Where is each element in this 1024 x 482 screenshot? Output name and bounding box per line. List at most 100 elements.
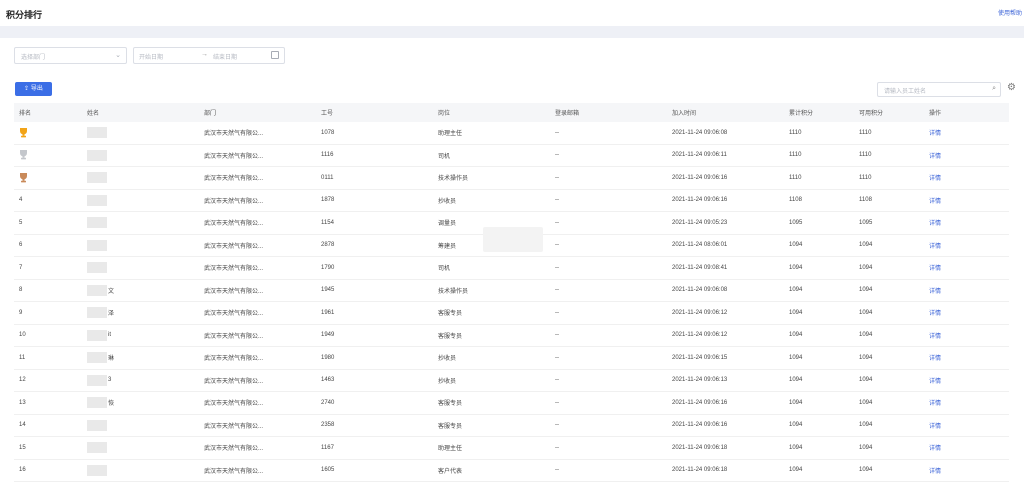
post-cell: 调量员 (438, 221, 457, 228)
name-mask (87, 329, 107, 341)
total-cell: 1094 (789, 377, 803, 384)
name-mask (87, 149, 107, 161)
help-link[interactable]: 使用帮助 (998, 8, 1022, 17)
dept-cell: 武汉市天然气有限公... (204, 423, 264, 430)
total-cell: 1110 (789, 129, 802, 136)
total-cell: 1094 (789, 287, 803, 294)
joined-cell: 2021-11-24 09:06:12 (672, 332, 728, 339)
detail-link[interactable]: 详情 (929, 244, 941, 250)
rank-cell: 4 (19, 197, 23, 204)
detail-link[interactable]: 详情 (929, 424, 941, 430)
bronze-trophy-icon (19, 172, 28, 183)
id-cell: 1980 (321, 354, 335, 361)
total-cell: 1094 (789, 264, 803, 271)
avail-cell: 1110 (859, 174, 872, 181)
total-cell: 1094 (789, 467, 803, 474)
rank-cell: 5 (19, 219, 23, 226)
rank-cell: 11 (19, 354, 26, 361)
post-cell: 客服专员 (438, 311, 463, 318)
table-row: 7 武汉市天然气有限公... 1790 司机 -- 2021-11-24 09:08:41… (14, 256, 1009, 280)
total-cell: 1094 (789, 399, 803, 406)
detail-link[interactable]: 详情 (929, 469, 941, 475)
department-placeholder: 选择部门 (21, 55, 46, 61)
dept-cell: 武汉市天然气有限公... (204, 401, 264, 408)
header-band (0, 26, 1024, 38)
avail-cell: 1094 (859, 264, 873, 271)
avail-cell: 1110 (859, 152, 872, 159)
table-row: 武汉市天然气有限公... 1116 司机 -- 2021-11-24 09:06:11 1… (14, 144, 1009, 167)
id-cell: 1949 (321, 332, 335, 339)
export-button[interactable]: ⇪ 导出 (15, 82, 52, 96)
detail-link[interactable]: 详情 (929, 131, 941, 137)
detail-link[interactable]: 详情 (929, 379, 941, 385)
rank-cell: 14 (19, 422, 26, 429)
top-bar: 积分排行 使用帮助 (0, 0, 1024, 26)
detail-link[interactable]: 详情 (929, 176, 941, 182)
dept-cell: 武汉市天然气有限公... (204, 131, 264, 138)
post-cell: 抄收员 (438, 378, 457, 385)
detail-link[interactable]: 详情 (929, 221, 941, 227)
table-row: 12 3 武汉市天然气有限公... 1463 抄收员 -- 2021-11-24 09:06… (14, 369, 1009, 392)
avail-cell: 1094 (859, 422, 873, 429)
start-date-input[interactable]: 开始日期 (139, 52, 163, 61)
detail-link[interactable]: 详情 (929, 311, 941, 317)
detail-link[interactable]: 详情 (929, 401, 941, 407)
name-mask (87, 397, 107, 409)
post-cell: 抄收员 (438, 198, 457, 205)
detail-link[interactable]: 详情 (929, 356, 941, 362)
joined-cell: 2021-11-24 09:06:16 (672, 174, 728, 181)
avail-cell: 1094 (859, 309, 873, 316)
id-cell: 1463 (321, 377, 335, 384)
email-cell: -- (555, 399, 559, 406)
detail-link[interactable]: 详情 (929, 154, 941, 160)
table-row: 4 武汉市天然气有限公... 1878 抄收员 -- 2021-11-24 09:06:1… (14, 189, 1009, 212)
name-mask (87, 262, 107, 274)
search-icon[interactable]: ⌕ (992, 85, 996, 93)
email-cell: -- (555, 197, 559, 204)
detail-link[interactable]: 详情 (929, 446, 941, 452)
rank-cell: 6 (19, 242, 23, 249)
id-cell: 2358 (321, 422, 335, 429)
name-mask (87, 352, 107, 364)
total-cell: 1094 (789, 332, 803, 339)
detail-link[interactable]: 详情 (929, 334, 941, 340)
col-post: 岗位 (433, 103, 550, 122)
id-cell: 1790 (321, 264, 335, 271)
id-cell: 1945 (321, 287, 335, 294)
total-cell: 1110 (789, 152, 802, 159)
id-cell: 2878 (321, 242, 335, 249)
silver-trophy-icon (19, 150, 28, 160)
loading-overlay (483, 227, 543, 252)
avail-cell: 1094 (859, 399, 873, 406)
table-row: 15 武汉市天然气有限公... 1167 助理主任 -- 2021-11-24 09:06… (14, 436, 1009, 460)
total-cell: 1095 (789, 219, 803, 226)
detail-link[interactable]: 详情 (929, 266, 941, 272)
dept-cell: 武汉市天然气有限公... (204, 333, 264, 340)
id-cell: 1605 (321, 467, 335, 474)
avail-cell: 1108 (859, 197, 872, 204)
date-range-picker[interactable]: 开始日期 → 结束日期 (133, 47, 285, 64)
search-input[interactable]: 请输入员工姓名 ⌕ (877, 82, 1001, 97)
end-date-input[interactable]: 结束日期 (213, 52, 237, 61)
avail-cell: 1094 (859, 354, 873, 361)
col-rank: 排名 (14, 103, 82, 122)
avail-cell: 1094 (859, 242, 873, 249)
gear-icon[interactable]: ⚙ (1007, 83, 1016, 93)
range-separator: → (201, 51, 208, 58)
email-cell: -- (555, 287, 559, 294)
department-select[interactable]: 选择部门 ⌄ (14, 47, 127, 64)
page-title: 积分排行 (6, 10, 43, 20)
calendar-icon (271, 51, 279, 59)
id-cell: 1878 (321, 197, 335, 204)
ranking-table: 排名 姓名 部门 工号 岗位 登录邮箱 加入时间 累计积分 可用积分 操作 武汉… (14, 103, 1009, 482)
detail-link[interactable]: 详情 (929, 199, 941, 205)
detail-link[interactable]: 详情 (929, 289, 941, 295)
rank-cell: 16 (19, 467, 26, 474)
joined-cell: 2021-11-24 09:06:08 (672, 287, 728, 294)
col-op: 操作 (924, 103, 1009, 122)
export-label: 导出 (30, 86, 43, 92)
chevron-down-icon: ⌄ (115, 52, 121, 59)
avail-cell: 1094 (859, 377, 873, 384)
table-row: 9 泽 武汉市天然气有限公... 1961 客服专员 -- 2021-11-24 09:06… (14, 301, 1009, 325)
col-joined: 加入时间 (667, 103, 784, 122)
